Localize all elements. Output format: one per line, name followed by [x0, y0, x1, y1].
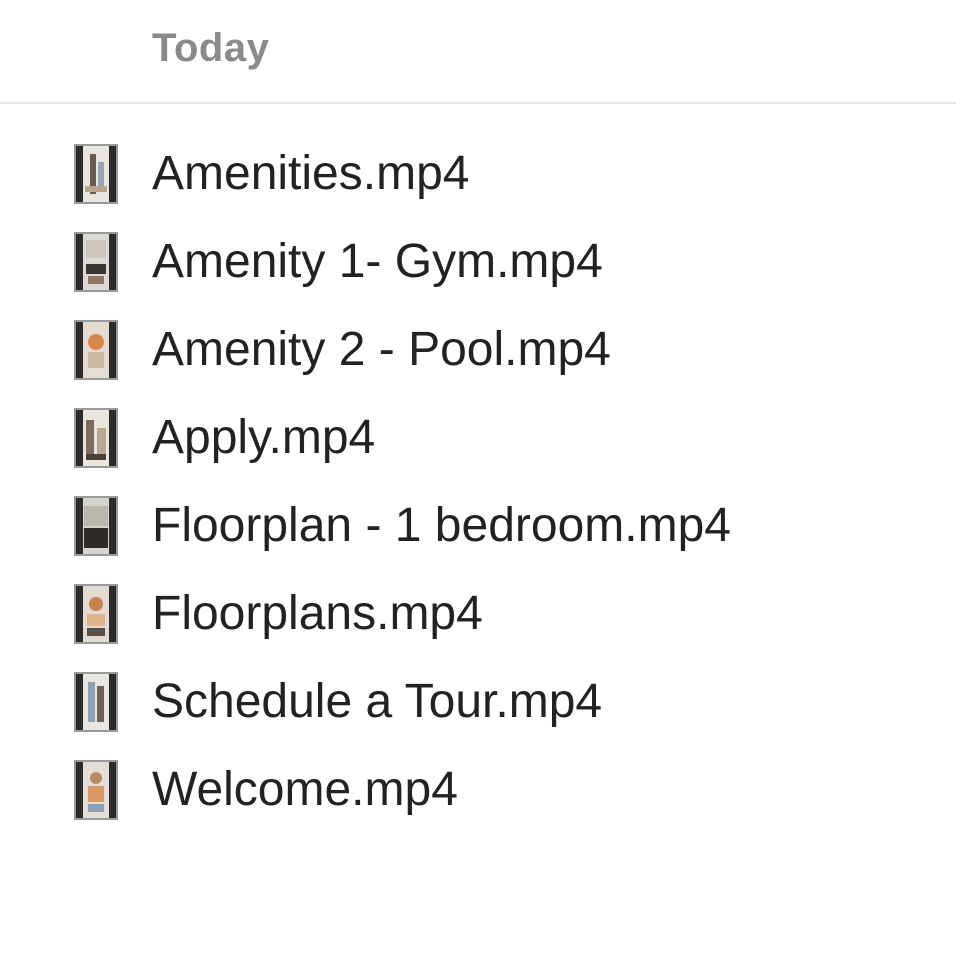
video-thumbnail-icon [74, 320, 118, 380]
video-thumbnail-icon [74, 232, 118, 292]
file-name: Amenities.mp4 [152, 147, 470, 200]
file-list: Amenities.mp4 Amenity 1- Gym.mp4 Amenity… [0, 130, 956, 834]
file-row[interactable]: Schedule a Tour.mp4 [0, 658, 956, 746]
file-row[interactable]: Amenities.mp4 [0, 130, 956, 218]
file-name: Floorplan - 1 bedroom.mp4 [152, 499, 731, 552]
group-header-today[interactable]: Today [0, 0, 956, 104]
video-thumbnail-icon [74, 408, 118, 468]
file-name: Amenity 2 - Pool.mp4 [152, 323, 611, 376]
file-name: Apply.mp4 [152, 411, 376, 464]
file-name: Welcome.mp4 [152, 763, 458, 816]
file-row[interactable]: Welcome.mp4 [0, 746, 956, 834]
file-name: Schedule a Tour.mp4 [152, 675, 603, 728]
file-row[interactable]: Apply.mp4 [0, 394, 956, 482]
video-thumbnail-icon [74, 584, 118, 644]
file-row[interactable]: Amenity 2 - Pool.mp4 [0, 306, 956, 394]
video-thumbnail-icon [74, 496, 118, 556]
video-thumbnail-icon [74, 760, 118, 820]
video-thumbnail-icon [74, 144, 118, 204]
file-name: Amenity 1- Gym.mp4 [152, 235, 603, 288]
file-row[interactable]: Floorplan - 1 bedroom.mp4 [0, 482, 956, 570]
group-header-label: Today [152, 26, 270, 70]
video-thumbnail-icon [74, 672, 118, 732]
file-row[interactable]: Amenity 1- Gym.mp4 [0, 218, 956, 306]
file-row[interactable]: Floorplans.mp4 [0, 570, 956, 658]
file-name: Floorplans.mp4 [152, 587, 483, 640]
